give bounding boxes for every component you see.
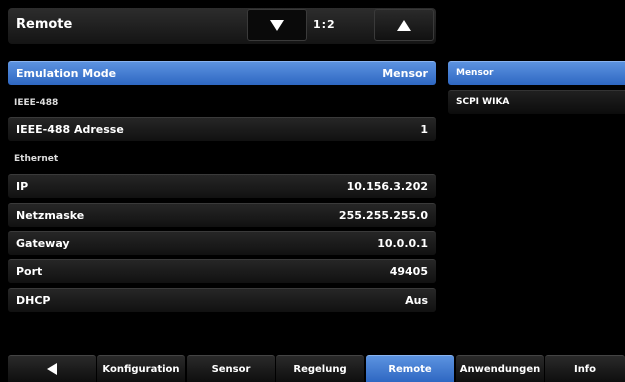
ip-row[interactable]: IP 10.156.3.202 xyxy=(8,174,436,198)
option-mensor[interactable]: Mensor xyxy=(448,61,625,85)
back-button[interactable] xyxy=(8,355,96,382)
page-title: Remote xyxy=(16,17,73,32)
emulation-mode-row[interactable]: Emulation Mode Mensor xyxy=(8,61,436,85)
port-row[interactable]: Port 49405 xyxy=(8,259,436,283)
tab-regelung[interactable]: Regelung xyxy=(276,355,364,382)
page-down-button[interactable] xyxy=(247,9,307,41)
ip-value: 10.156.3.202 xyxy=(346,180,428,193)
gateway-value: 10.0.0.1 xyxy=(377,237,428,250)
ieee-address-value: 1 xyxy=(420,123,428,136)
ieee-address-label: IEEE-488 Adresse xyxy=(16,123,124,136)
tab-info[interactable]: Info xyxy=(545,355,625,382)
option-scpi-wika[interactable]: SCPI WIKA xyxy=(448,90,625,114)
emulation-mode-value: Mensor xyxy=(382,67,428,80)
dhcp-label: DHCP xyxy=(16,294,51,307)
port-label: Port xyxy=(16,265,43,278)
gateway-row[interactable]: Gateway 10.0.0.1 xyxy=(8,231,436,255)
header-bar: Remote 1:2 xyxy=(8,8,436,44)
gateway-label: Gateway xyxy=(16,237,70,250)
arrow-up-icon xyxy=(397,19,411,31)
netmask-row[interactable]: Netzmaske 255.255.255.0 xyxy=(8,203,436,227)
dhcp-row[interactable]: DHCP Aus xyxy=(8,288,436,312)
netmask-value: 255.255.255.0 xyxy=(338,209,428,222)
ieee-address-row[interactable]: IEEE-488 Adresse 1 xyxy=(8,117,436,141)
tab-sensor[interactable]: Sensor xyxy=(187,355,275,382)
arrow-down-icon xyxy=(270,19,284,31)
dhcp-value: Aus xyxy=(405,294,428,307)
tab-anwendungen[interactable]: Anwendungen xyxy=(456,355,544,382)
netmask-label: Netzmaske xyxy=(16,209,85,222)
arrow-left-icon xyxy=(47,363,57,375)
page-indicator: 1:2 xyxy=(313,18,336,31)
page-up-button[interactable] xyxy=(374,9,434,41)
tab-remote[interactable]: Remote xyxy=(366,355,454,382)
tab-konfiguration[interactable]: Konfiguration xyxy=(97,355,185,382)
ieee-section-title: IEEE-488 xyxy=(14,98,59,108)
emulation-mode-label: Emulation Mode xyxy=(16,67,117,80)
ethernet-section-title: Ethernet xyxy=(14,154,59,164)
port-value: 49405 xyxy=(389,265,428,278)
ip-label: IP xyxy=(16,180,29,193)
